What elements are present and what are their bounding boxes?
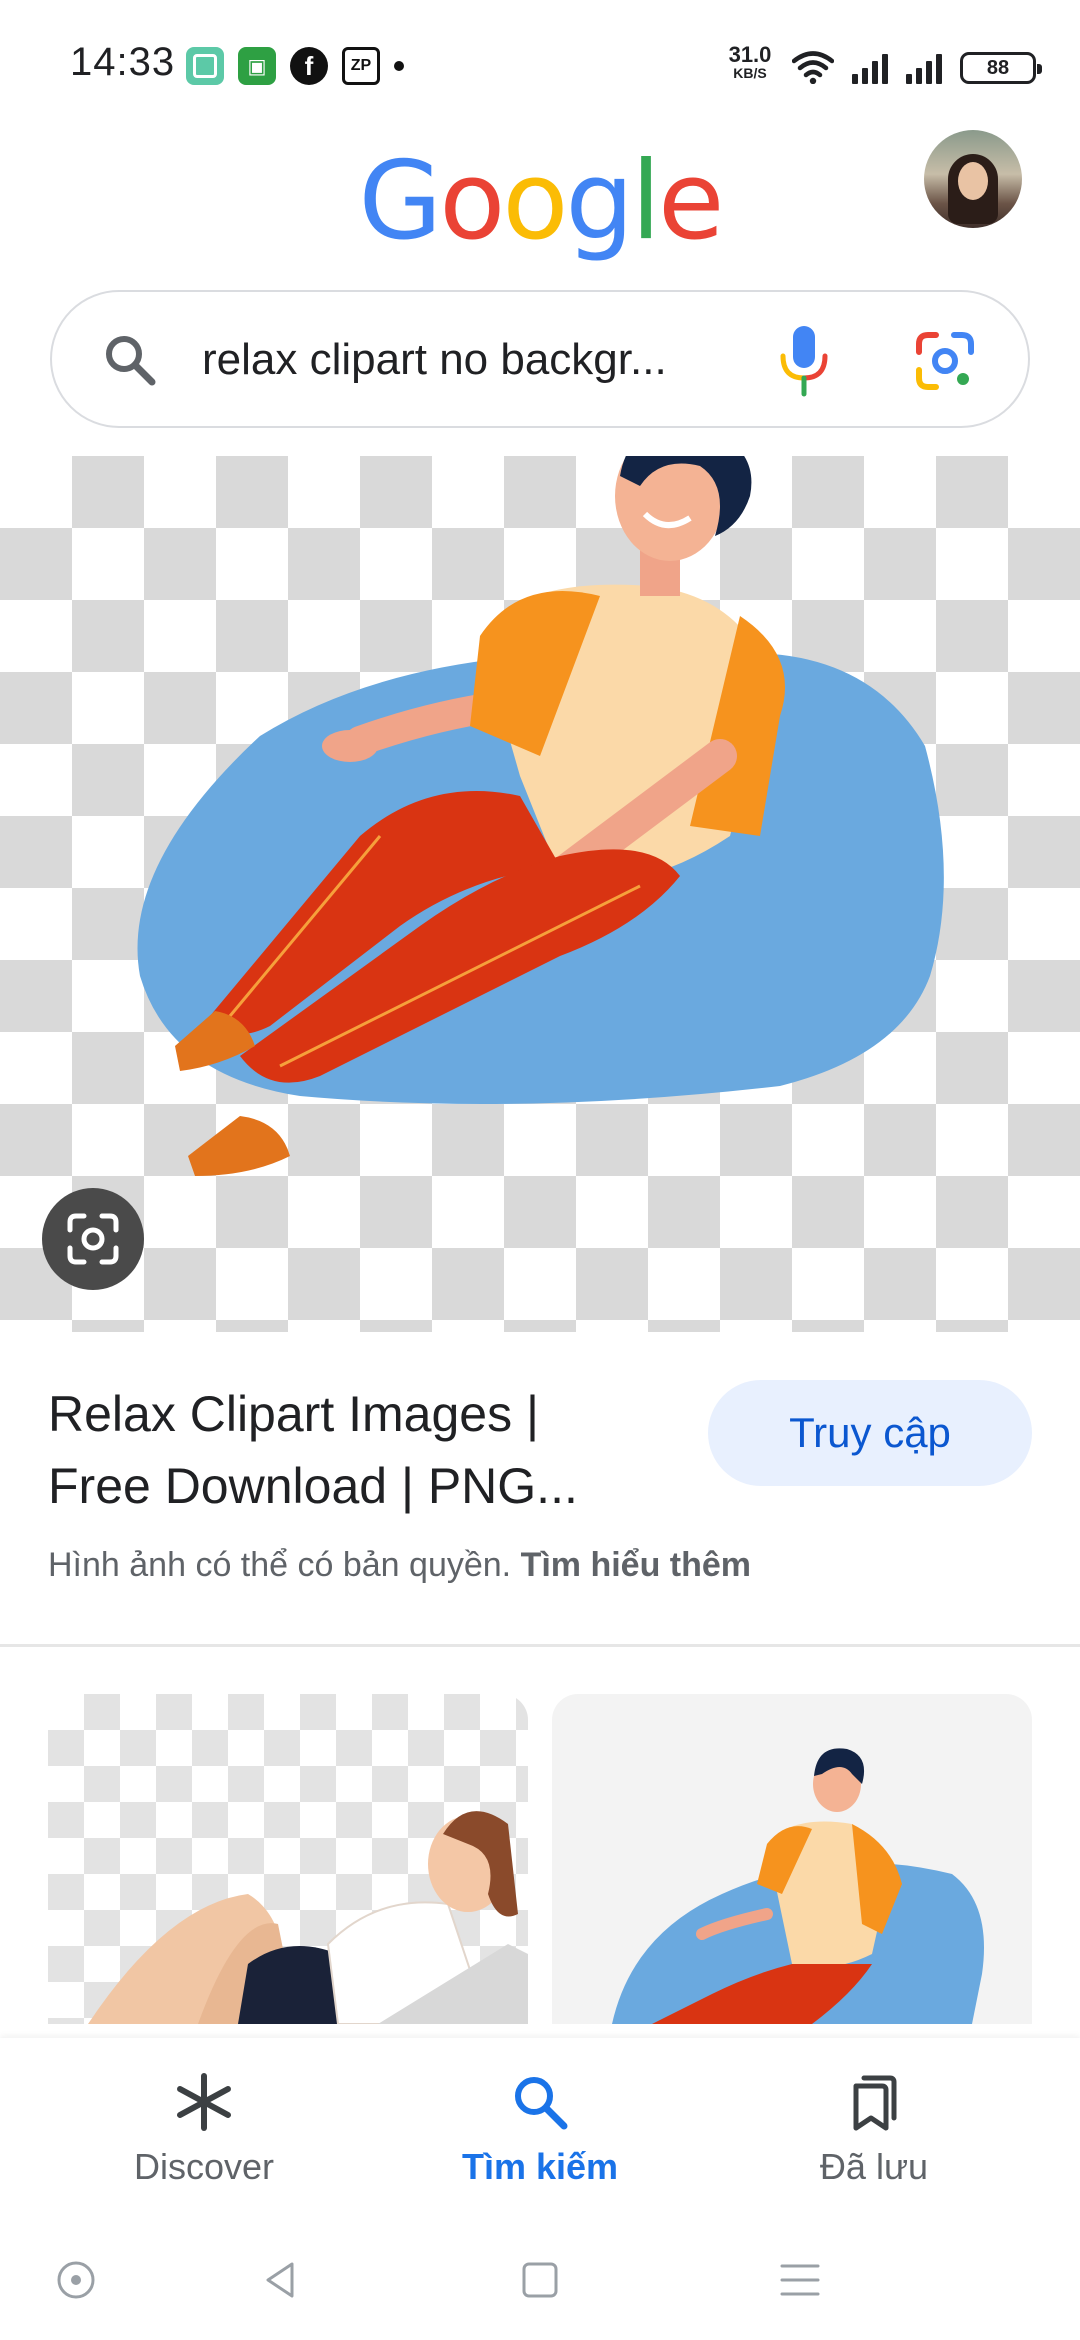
status-time: 14:33 [70,40,176,84]
wifi-icon [792,51,834,84]
recents-button[interactable] [770,2250,830,2310]
related-image-woman-reclining [88,1811,528,2024]
lens-camera-icon [67,1213,119,1265]
account-avatar[interactable] [924,130,1022,228]
system-icons: 88 [792,48,1042,84]
related-image-card[interactable] [552,1694,1032,2024]
nav-search-label: Tìm kiếm [461,2146,619,2187]
result-title-line2: Free Download | PNG... [48,1458,578,1514]
google-lens-icon[interactable] [914,330,976,392]
nav-discover[interactable]: Discover [54,2060,354,2190]
result-title-line1: Relax Clipart Images | [48,1386,539,1442]
search-icon [106,336,156,386]
signal-icon-2 [906,52,942,84]
nav-search[interactable]: Tìm kiếm [390,2060,690,2190]
divider [0,1644,1080,1647]
search-icon [515,2077,568,2130]
learn-more-link[interactable]: Tìm hiểu thêm [521,1546,751,1584]
back-triangle-icon [266,2262,294,2298]
asterisk-icon [177,2073,231,2131]
copyright-notice: Hình ảnh có thể có bản quyền. Tìm hiểu t… [48,1546,751,1585]
app-icon [186,47,224,85]
nav-discover-label: Discover [133,2146,275,2187]
related-image-man-beanbag [612,1748,984,2024]
microphone-icon[interactable] [776,322,832,398]
square-icon [522,2262,558,2298]
nav-saved[interactable]: Đã lưu [724,2060,1024,2190]
related-image-card[interactable] [48,1694,528,2024]
result-title[interactable]: Relax Clipart Images | Free Download | P… [48,1378,668,1522]
copyright-text: Hình ảnh có thể có bản quyền. [48,1546,512,1584]
visit-button[interactable]: Truy cập [708,1380,1032,1486]
lens-search-button[interactable] [42,1188,144,1290]
network-speed-value: 31.0 [728,42,772,67]
facebook-icon: f [290,47,328,85]
home-button[interactable] [510,2250,570,2310]
bookmarks-icon [853,2075,897,2131]
network-speed: 31.0 KB/S [722,42,778,81]
back-button[interactable] [250,2250,310,2310]
battery-icon: 88 [960,52,1042,84]
main-image[interactable] [0,456,1080,1332]
network-speed-unit: KB/S [733,65,767,81]
signal-icon [852,52,888,84]
menu-lines-icon [780,2264,820,2296]
app-icon: ▣ [238,47,276,85]
battery-level: 88 [986,56,1010,79]
relax-clipart-illustration [137,456,944,1176]
circle-dot-icon [57,2261,95,2299]
more-notifications-dot [394,61,404,71]
notification-icons: ▣ f ZP [186,46,404,86]
google-logo: Google [358,139,725,264]
assistant-button[interactable] [46,2250,106,2310]
search-input[interactable]: relax clipart no backgr... [202,330,732,390]
nav-saved-label: Đã lưu [819,2146,929,2187]
zalo-pay-icon: ZP [342,47,380,85]
